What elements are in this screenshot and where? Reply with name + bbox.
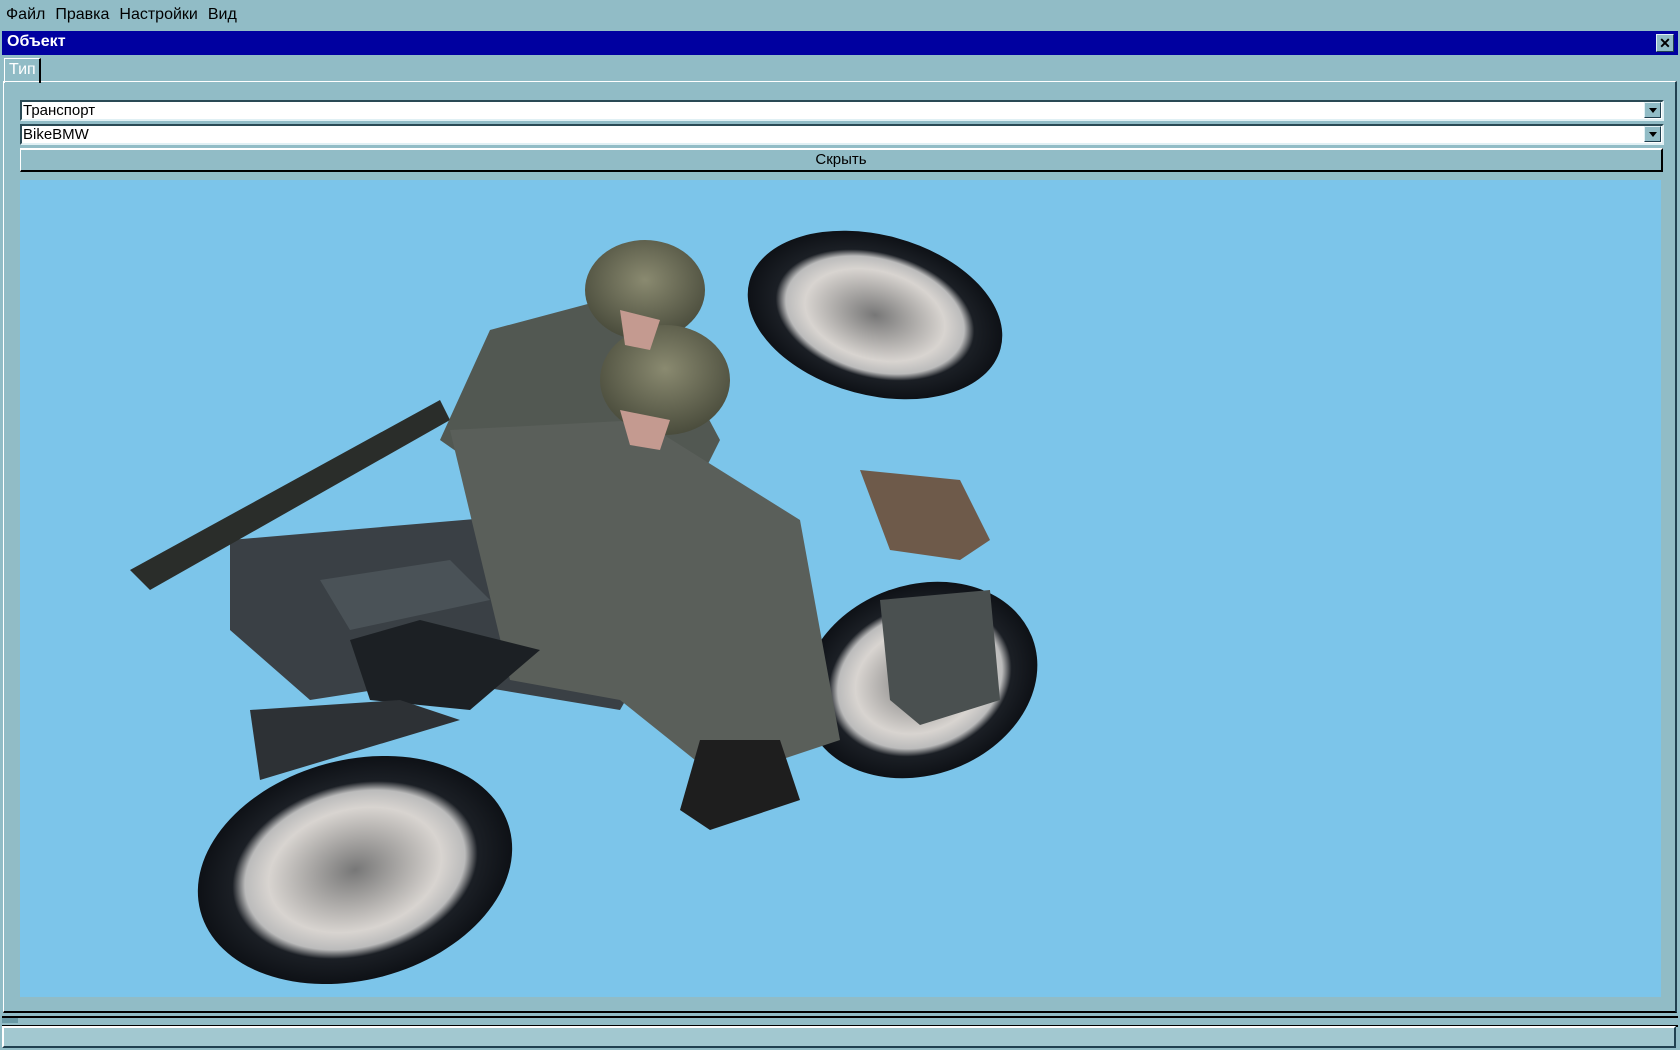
window-title: Объект — [7, 33, 66, 50]
menu-view[interactable]: Вид — [204, 6, 241, 24]
motorcycle-model-render — [130, 230, 1038, 985]
menu-settings[interactable]: Настройки — [115, 6, 201, 24]
tab-type[interactable]: Тип — [4, 58, 41, 83]
menu-file[interactable]: Файл — [2, 6, 49, 24]
scrollbar-thumb[interactable] — [2, 1018, 18, 1023]
hide-button[interactable]: Скрыть — [20, 148, 1663, 172]
chevron-down-icon[interactable] — [1644, 126, 1661, 142]
3d-viewport[interactable] — [20, 180, 1661, 997]
menu-edit[interactable]: Правка — [51, 6, 113, 24]
model-select-value: BikeBMW — [23, 126, 89, 143]
status-bar — [2, 1026, 1676, 1048]
window-titlebar: Объект ✕ — [2, 31, 1678, 55]
menu-bar: Файл Правка Настройки Вид — [0, 0, 1680, 30]
model-select[interactable]: BikeBMW — [20, 124, 1664, 145]
category-select[interactable]: Транспорт — [20, 100, 1664, 121]
chevron-down-icon[interactable] — [1644, 102, 1661, 118]
category-select-value: Транспорт — [23, 102, 96, 119]
close-icon[interactable]: ✕ — [1656, 34, 1674, 52]
